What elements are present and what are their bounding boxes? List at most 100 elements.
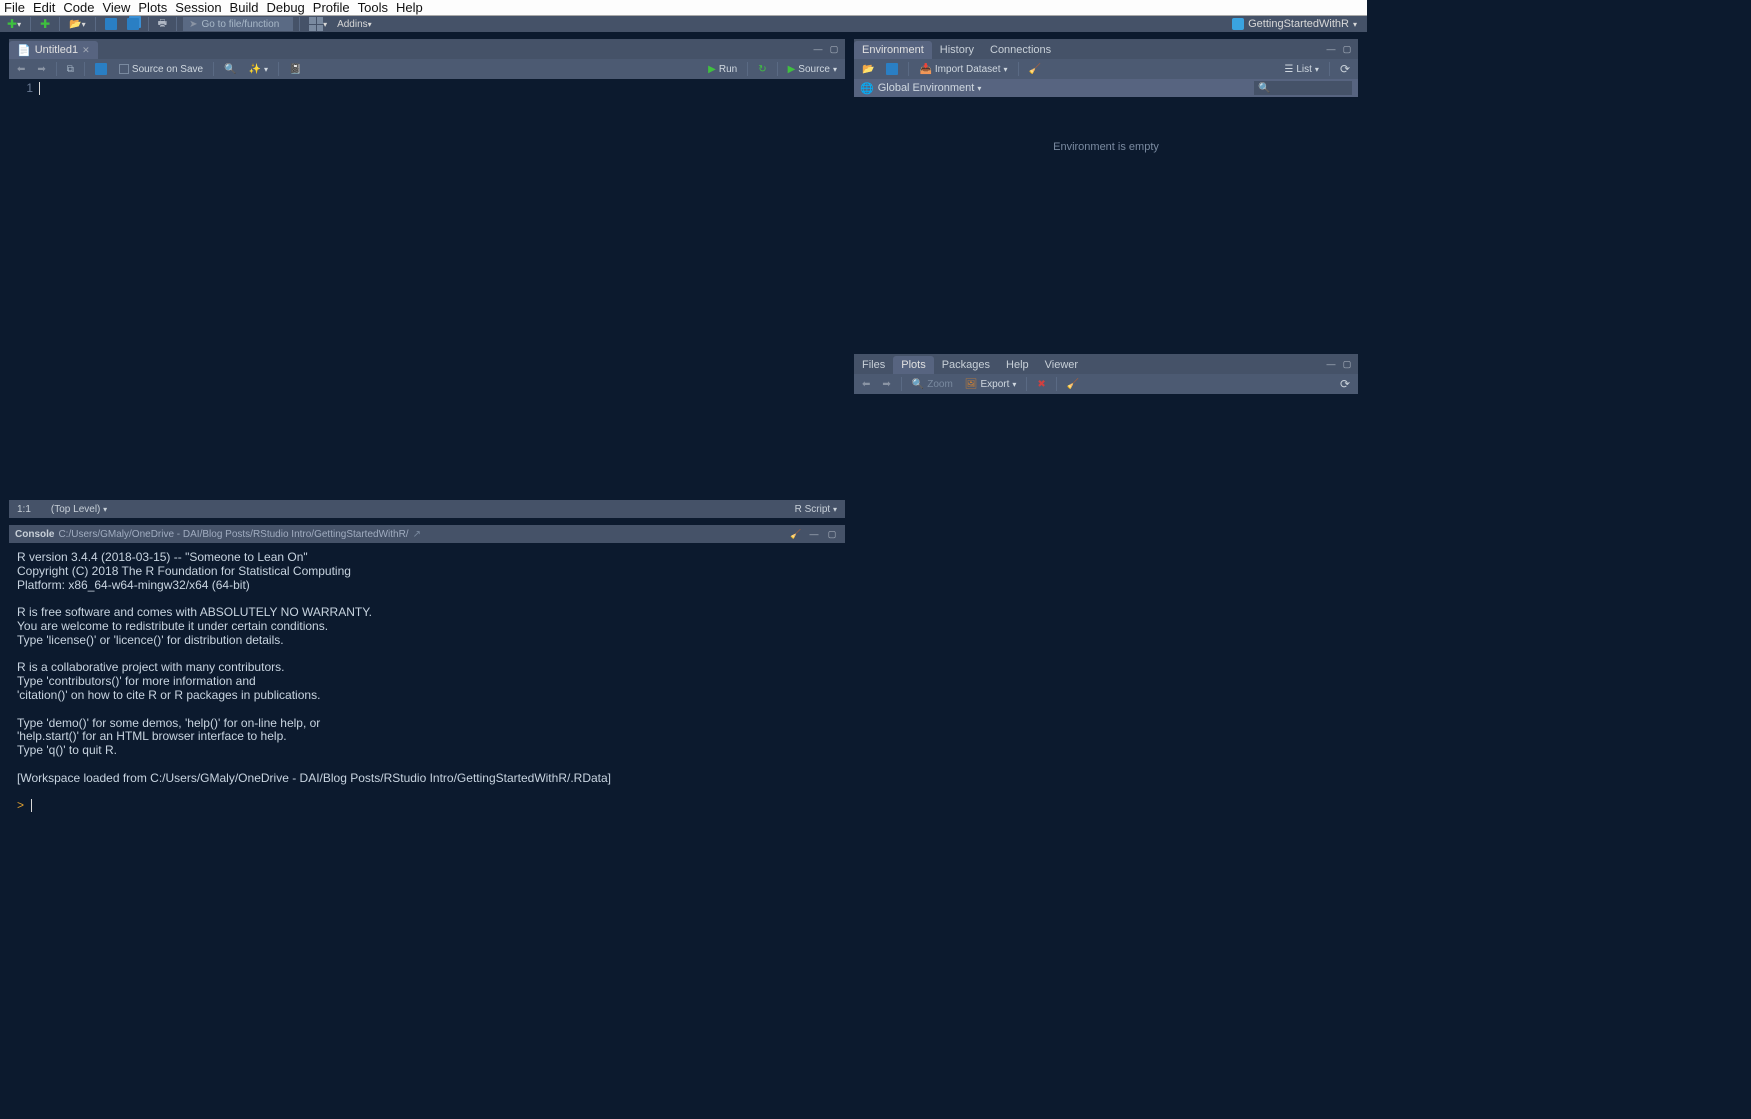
save-workspace-button[interactable] (882, 61, 902, 77)
tab-files[interactable]: Files (854, 356, 893, 374)
export-button[interactable]: 🖼Export ▾ (961, 376, 1021, 392)
minimize-pane-icon[interactable]: — (811, 44, 825, 54)
maximize-pane-icon[interactable]: ▢ (1340, 359, 1354, 369)
env-scope-dropdown[interactable]: Global Environment ▾ (878, 82, 982, 94)
refresh-plots-button[interactable]: ⟳ (1336, 376, 1354, 392)
view-list-button[interactable]: ☰ List ▾ (1280, 61, 1323, 77)
tab-history[interactable]: History (932, 41, 982, 59)
source-on-save-checkbox[interactable]: Source on Save (115, 61, 207, 77)
print-button[interactable]: 🖶 (155, 16, 170, 32)
source-toolbar: ⬅ ➡ ⧉ Source on Save 🔍 ✨▾ 📓 ▶Run ↻ ▶Sour… (9, 59, 845, 79)
search-icon: 🔍 (1258, 83, 1270, 94)
source-tab[interactable]: 📄 Untitled1 ✕ (9, 41, 98, 59)
import-dataset-button[interactable]: 📥Import Dataset ▾ (915, 61, 1011, 77)
save-all-button[interactable] (124, 16, 142, 32)
env-scopebar: 🌐 Global Environment ▾ 🔍 (854, 79, 1358, 97)
env-body: Environment is empty (854, 97, 1358, 347)
save-button[interactable] (102, 16, 120, 32)
rerun-button[interactable]: ↻ (754, 61, 770, 77)
menu-plots[interactable]: Plots (134, 0, 171, 15)
checkbox-icon (119, 64, 129, 74)
right-column: Environment History Connections — ▢ 📂 📥I… (854, 39, 1358, 871)
maximize-pane-icon[interactable]: ▢ (825, 529, 839, 539)
menu-session[interactable]: Session (171, 0, 225, 15)
remove-icon: ✖ (1037, 379, 1045, 390)
tab-environment[interactable]: Environment (854, 41, 932, 59)
menu-debug[interactable]: Debug (262, 0, 308, 15)
minimize-pane-icon[interactable]: — (1324, 44, 1338, 54)
console-output[interactable]: R version 3.4.4 (2018-03-15) -- "Someone… (9, 543, 845, 871)
zoom-button[interactable]: 🔍Zoom (908, 376, 957, 392)
cursor-icon (31, 799, 32, 812)
clear-console-icon[interactable]: 🧹 (789, 529, 803, 539)
main-layout: 📄 Untitled1 ✕ — ▢ ⬅ ➡ ⧉ Source on Save 🔍 (0, 32, 1367, 880)
nav-forward-button[interactable]: ➡ (33, 61, 49, 77)
close-tab-icon[interactable]: ✕ (82, 45, 90, 56)
refresh-env-button[interactable]: ⟳ (1336, 61, 1354, 77)
file-type-dropdown[interactable]: R Script ▾ (795, 504, 837, 515)
separator-icon (56, 62, 57, 76)
console-path-arrow-icon[interactable]: ↗ (413, 529, 421, 540)
go-to-file-function-input[interactable]: ➤Go to file/function (183, 17, 293, 31)
menu-tools[interactable]: Tools (354, 0, 392, 15)
print-icon: 🖶 (158, 16, 167, 33)
pane-layout-button[interactable]: ▾ (306, 16, 330, 32)
menu-edit[interactable]: Edit (29, 0, 59, 15)
menu-build[interactable]: Build (226, 0, 263, 15)
env-search-input[interactable]: 🔍 (1254, 81, 1352, 95)
separator-icon (59, 17, 60, 31)
separator-icon (747, 62, 748, 76)
plot-prev-button[interactable]: ⬅ (858, 376, 874, 392)
tab-packages[interactable]: Packages (934, 356, 998, 374)
source-button[interactable]: ▶Source ▾ (784, 61, 841, 77)
project-button[interactable]: GettingStartedWithR ▾ (1232, 18, 1363, 30)
code-editor[interactable]: 1 (9, 79, 845, 500)
search-icon: 🔍 (224, 64, 236, 75)
separator-icon (908, 62, 909, 76)
show-in-new-window-button[interactable]: ⧉ (63, 61, 78, 77)
addins-button[interactable]: Addins ▾ (334, 16, 375, 32)
tab-viewer[interactable]: Viewer (1037, 356, 1086, 374)
clear-env-button[interactable]: 🧹 (1025, 61, 1045, 77)
load-workspace-button[interactable]: 📂 (858, 61, 878, 77)
plots-toolbar: ⬅ ➡ 🔍Zoom 🖼Export ▾ ✖ 🧹 ⟳ (854, 374, 1358, 394)
find-replace-button[interactable]: 🔍 (220, 61, 240, 77)
minimize-pane-icon[interactable]: — (1324, 359, 1338, 369)
new-project-button[interactable]: ✚ (37, 16, 53, 32)
left-column: 📄 Untitled1 ✕ — ▢ ⬅ ➡ ⧉ Source on Save 🔍 (9, 39, 845, 871)
separator-icon (148, 17, 149, 31)
env-empty-label: Environment is empty (1053, 141, 1159, 153)
remove-plot-button[interactable]: ✖ (1033, 376, 1049, 392)
compile-report-button[interactable]: 📓 (285, 61, 305, 77)
save-file-button[interactable] (91, 61, 111, 77)
console-title: Console (15, 529, 54, 540)
code-tools-button[interactable]: ✨▾ (245, 61, 272, 77)
run-button[interactable]: ▶Run (704, 61, 741, 77)
menu-profile[interactable]: Profile (309, 0, 354, 15)
menu-help[interactable]: Help (392, 0, 427, 15)
cursor-position: 1:1 (17, 504, 31, 515)
menu-code[interactable]: Code (59, 0, 98, 15)
tab-connections[interactable]: Connections (982, 41, 1059, 59)
arrow-right-icon: ➡ (882, 379, 890, 390)
console-path: C:/Users/GMaly/OneDrive - DAI/Blog Posts… (58, 529, 408, 540)
plot-next-button[interactable]: ➡ (878, 376, 894, 392)
separator-icon (1018, 62, 1019, 76)
scope-dropdown[interactable]: (Top Level) ▾ (51, 504, 107, 515)
separator-icon (278, 62, 279, 76)
maximize-pane-icon[interactable]: ▢ (827, 44, 841, 54)
line-gutter: 1 (9, 79, 39, 500)
menu-view[interactable]: View (98, 0, 134, 15)
maximize-pane-icon[interactable]: ▢ (1340, 44, 1354, 54)
new-file-button[interactable]: ✚▾ (4, 16, 24, 32)
clear-plots-button[interactable]: 🧹 (1063, 376, 1083, 392)
nav-back-button[interactable]: ⬅ (13, 61, 29, 77)
main-toolbar: ✚▾ ✚ 📂▾ 🖶 ➤Go to file/function ▾ Addins … (0, 16, 1367, 32)
menu-file[interactable]: File (0, 0, 29, 15)
separator-icon (30, 17, 31, 31)
tab-plots[interactable]: Plots (893, 356, 933, 374)
open-file-button[interactable]: 📂▾ (66, 16, 88, 32)
tab-help[interactable]: Help (998, 356, 1037, 374)
minimize-pane-icon[interactable]: — (807, 529, 821, 539)
separator-icon (213, 62, 214, 76)
